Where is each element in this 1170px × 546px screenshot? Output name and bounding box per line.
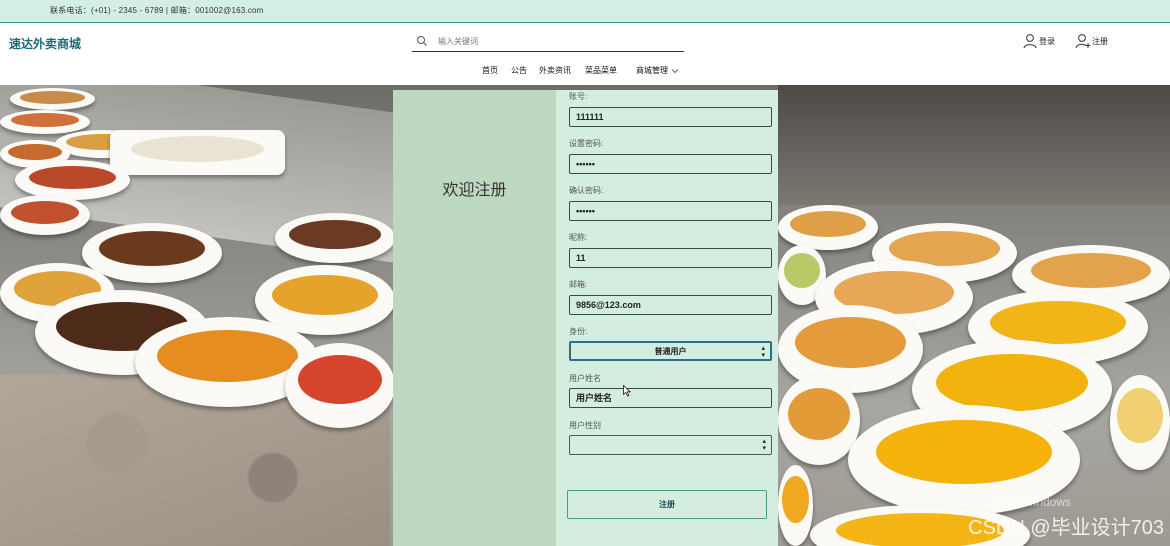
nickname-label: 昵称: [569,233,588,242]
nav-item-news[interactable]: 外卖资讯 [539,65,571,76]
realname-label: 用户姓名 [569,374,601,383]
confirm-password-label: 确认密码: [569,186,604,195]
gender-select[interactable]: ▴ ▾ [569,435,772,455]
email-field[interactable]: 9856@123.com [569,295,772,315]
user-icon [1023,34,1037,49]
welcome-panel: 欢迎注册 [393,90,556,546]
account-field[interactable]: 111111 [569,107,772,127]
identity-label: 身份: [569,327,588,336]
nav-item-home[interactable]: 首页 [482,65,498,76]
register-button[interactable]: 注册 [567,490,767,519]
email-label: 邮箱: [569,280,588,289]
nav-item-menu[interactable]: 菜品菜单 [585,65,617,76]
windows-activation-watermark: 激活 Windows [995,495,1072,509]
gender-label: 用户性别 [569,421,601,430]
csdn-watermark: CSDN @毕业设计703 [968,517,1164,539]
password-label: 设置密码: [569,139,604,148]
nickname-field[interactable]: 11 [569,248,772,268]
login-link[interactable]: 登录 [1022,32,1055,50]
search-icon[interactable] [416,35,428,47]
select-arrows-icon: ▴ ▾ [762,438,766,452]
identity-selected: 普通用户 [654,347,687,356]
register-form: 账号: 111111 设置密码: •••••• 确认密码: •••••• 昵称:… [556,90,778,546]
mouse-cursor-icon [623,385,631,397]
password-field[interactable]: •••••• [569,154,772,174]
nav-item-notice[interactable]: 公告 [511,65,527,76]
contact-text: 联系电话：(+01) - 2345 - 6789 | 邮箱：001002@163… [50,6,264,15]
nav-dropdown-manage[interactable]: 商城管理 [636,65,679,76]
search-input[interactable] [438,34,678,49]
account-label: 账号: [569,92,588,101]
site-header: 速达外卖商城 登录 注册 首页 公告 外卖资讯 菜品菜单 商城管理 [0,23,1170,85]
welcome-title: 欢迎注册 [442,182,507,199]
chevron-down-icon [671,69,679,74]
search-bar [412,32,684,52]
login-label: 登录 [1039,36,1055,46]
site-logo[interactable]: 速达外卖商城 [9,35,81,52]
realname-field[interactable]: 用户姓名 [569,388,772,408]
add-user-icon [1075,34,1091,49]
contact-bar: 联系电话：(+01) - 2345 - 6789 | 邮箱：001002@163… [0,0,1170,23]
identity-select[interactable]: 普通用户 ▴ ▾ [569,341,772,361]
nav-dropdown-label: 商城管理 [636,66,668,75]
main-nav: 首页 公告 外卖资讯 菜品菜单 商城管理 [0,65,1170,81]
register-label: 注册 [1092,36,1108,46]
confirm-password-field[interactable]: •••••• [569,201,772,221]
select-arrows-icon: ▴ ▾ [761,345,765,359]
register-link[interactable]: 注册 [1075,32,1108,50]
